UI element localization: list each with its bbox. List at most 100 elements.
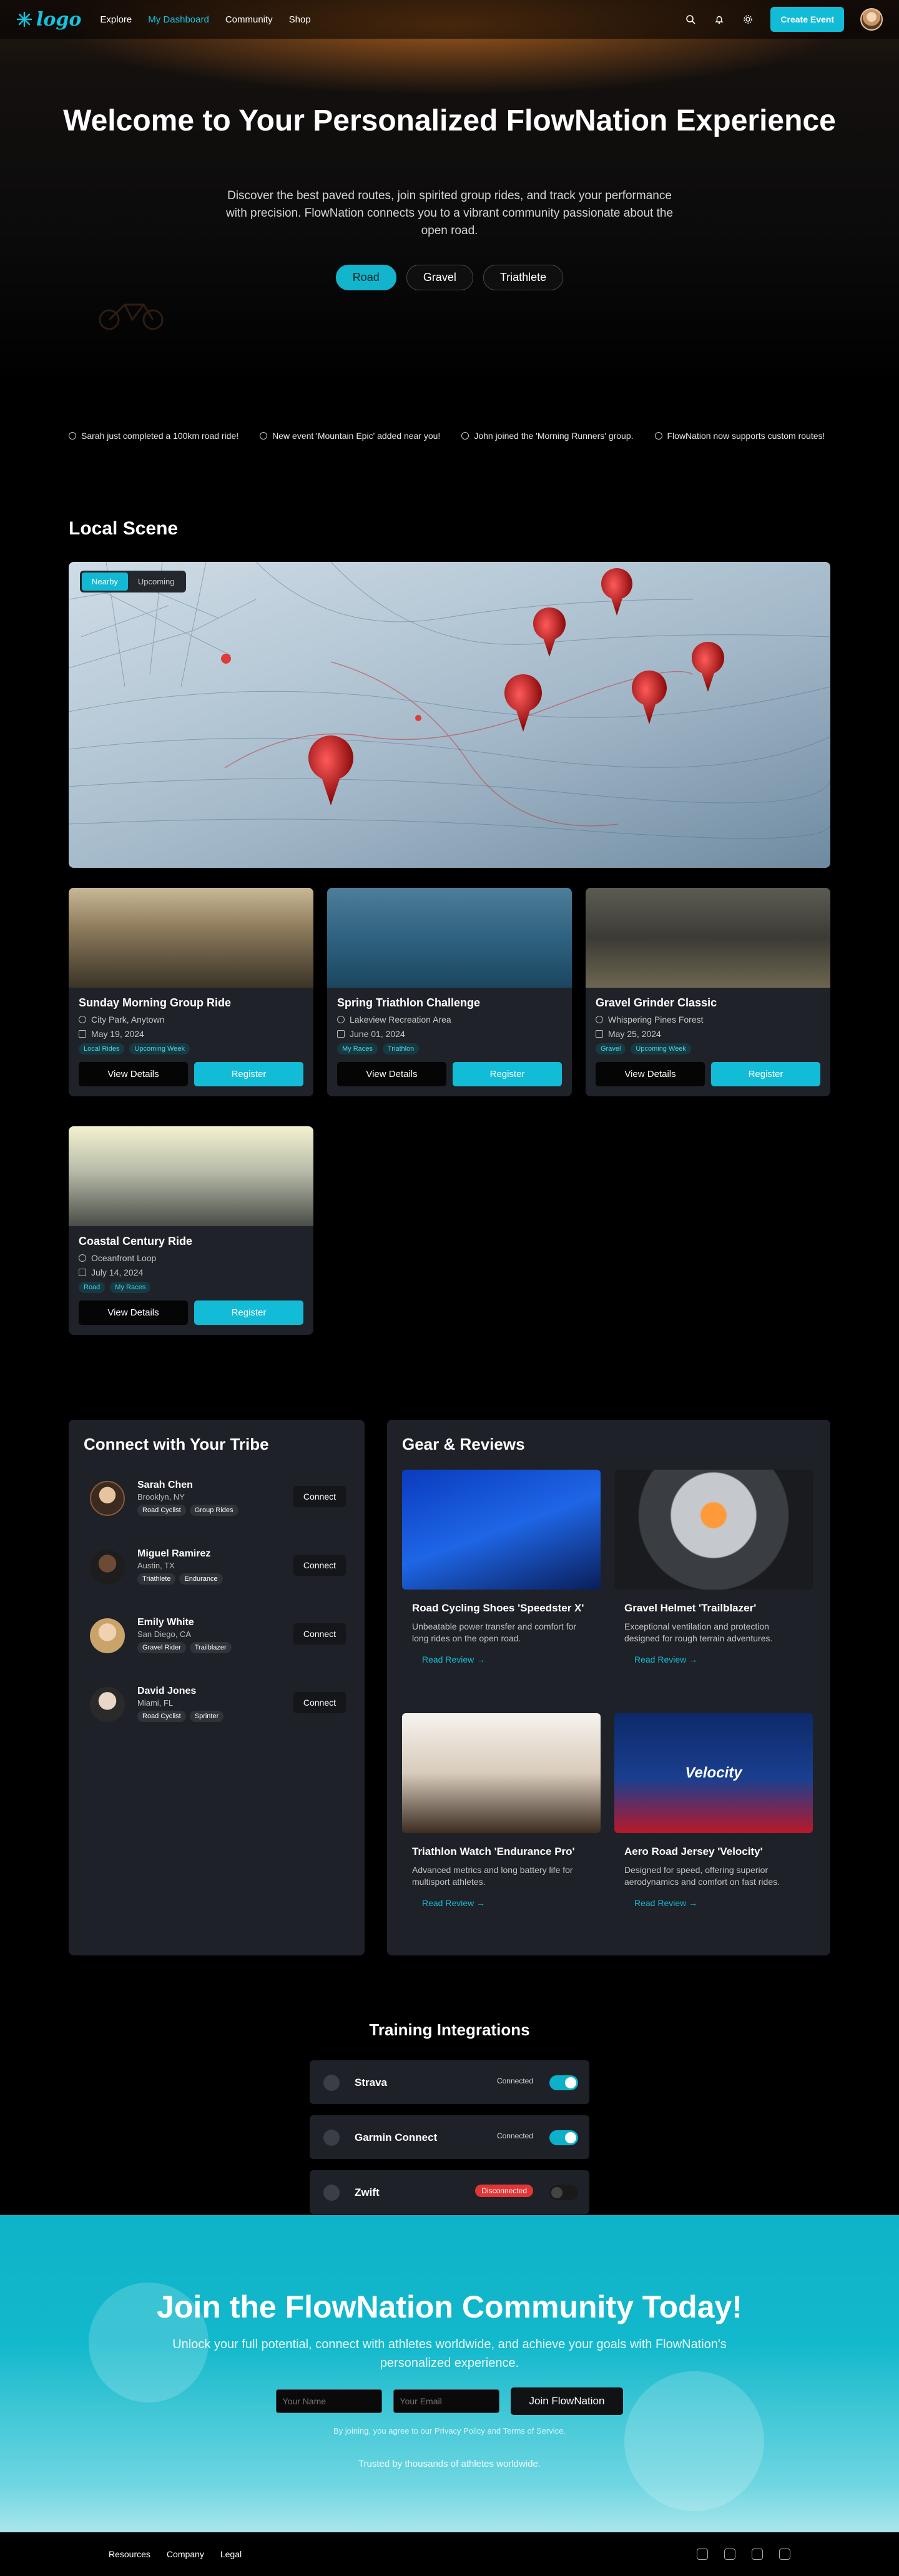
logo-text: logo [36,8,82,31]
twitter-icon[interactable] [724,2549,735,2560]
logo[interactable]: logo [16,9,81,31]
gear-item-desc: Unbeatable power transfer and comfort fo… [412,1621,577,1643]
join-button[interactable]: Join FlowNation [510,2387,624,2415]
integration-name: Garmin Connect [355,2131,438,2143]
nav-community[interactable]: Community [225,14,273,25]
event-image [69,1126,313,1226]
tab-upcoming[interactable]: Upcoming [128,573,185,591]
integration-toggle[interactable] [549,2075,578,2090]
tab-nearby[interactable]: Nearby [82,573,128,591]
person-location: San Diego, CA [137,1630,191,1639]
instagram-icon[interactable] [752,2549,763,2560]
gear-image [402,1470,601,1590]
person-card: Miguel Ramirez Austin, TX Triathlete Endu… [90,1547,346,1591]
pin-icon [337,1016,345,1023]
view-details-button[interactable]: View Details [337,1062,446,1086]
name-input[interactable] [275,2389,382,2413]
integration-toggle[interactable] [549,2185,578,2200]
calendar-icon [337,1030,345,1038]
gear-card: Road Cycling Shoes 'Speedster X' Unbeata… [402,1470,601,1674]
pin-icon [79,1254,86,1262]
ticker-item: Sarah just completed a 100km road ride! [69,431,238,441]
connect-button[interactable]: Connect [293,1623,346,1644]
register-button[interactable]: Register [194,1300,303,1325]
register-button[interactable]: Register [711,1062,820,1086]
footer-link-company[interactable]: Company [167,2549,204,2559]
facebook-icon[interactable] [697,2549,708,2560]
calendar-icon [596,1030,603,1038]
person-tag: Triathlete [137,1573,176,1585]
jersey-print-text: Velocity [685,1764,742,1781]
event-date: May 19, 2024 [79,1029,303,1039]
calendar-icon [79,1030,86,1038]
cta-lead: Unlock your full potential, connect with… [172,2338,727,2370]
terms-text: By joining, you agree to our Privacy Pol… [333,2426,566,2436]
register-button[interactable]: Register [453,1062,562,1086]
cta-title: Join the FlowNation Community Today! [157,2289,742,2324]
person-name: Sarah Chen [137,1480,193,1490]
person-card: Sarah Chen Brooklyn, NY Road Cyclist Grou… [90,1478,346,1522]
event-tag: Gravel [596,1043,626,1054]
person-tag: Road Cyclist [137,1505,186,1516]
pill-road[interactable]: Road [335,265,396,290]
register-button[interactable]: Register [194,1062,303,1086]
person-avatar [90,1618,125,1653]
nav-my-dashboard[interactable]: My Dashboard [148,14,209,25]
person-location: Austin, TX [137,1561,175,1570]
footer-link-resources[interactable]: Resources [109,2549,150,2559]
event-card: Sunday Morning Group Ride City Park, Any… [69,888,313,1096]
activity-ticker: Sarah just completed a 100km road ride! … [69,425,899,447]
read-review-link[interactable]: Read Review → [634,1898,697,1908]
integration-status: Connected [496,2131,533,2140]
pill-triathlete[interactable]: Triathlete [483,265,564,290]
event-tag: My Races [110,1282,151,1293]
read-review-link[interactable]: Read Review → [422,1654,485,1664]
linkedin-icon[interactable] [779,2549,790,2560]
join-cta: Join the FlowNation Community Today! Unl… [0,2215,899,2532]
hero-subtitle: Discover the best paved routes, join spi… [225,189,674,237]
event-image [69,888,313,988]
integration-status: Connected [496,2077,533,2085]
footer: Resources Company Legal [0,2532,899,2576]
read-review-link[interactable]: Read Review → [634,1654,697,1664]
person-tag: Trailblazer [189,1642,232,1653]
gear-image: Velocity [614,1713,813,1833]
view-details-button[interactable]: View Details [79,1062,188,1086]
pill-gravel[interactable]: Gravel [406,265,473,290]
bell-icon[interactable] [713,13,725,26]
nav-shop[interactable]: Shop [289,14,311,25]
event-tag: Upcoming Week [631,1043,691,1054]
integration-status: Disconnected [475,2185,533,2197]
event-date: June 01, 2024 [337,1029,562,1039]
search-icon[interactable] [684,13,697,26]
event-location: Whispering Pines Forest [596,1015,820,1025]
read-review-link[interactable]: Read Review → [422,1898,485,1908]
person-card: Emily White San Diego, CA Gravel Rider Tr… [90,1616,346,1659]
connect-button[interactable]: Connect [293,1692,346,1713]
footer-link-legal[interactable]: Legal [220,2549,242,2559]
create-event-button[interactable]: Create Event [770,7,844,32]
tribe-title: Connect with Your Tribe [84,1435,269,1453]
event-location: City Park, Anytown [79,1015,303,1025]
avatar[interactable] [860,8,883,31]
email-input[interactable] [393,2389,499,2413]
connect-button[interactable]: Connect [293,1486,346,1507]
event-map[interactable]: Nearby Upcoming [69,562,830,868]
gear-item-title: Triathlon Watch 'Endurance Pro' [412,1846,575,1857]
gear-icon[interactable] [742,13,754,26]
zwift-icon [323,2185,340,2201]
integration-toggle[interactable] [549,2130,578,2145]
person-name: Miguel Ramirez [137,1548,211,1559]
view-details-button[interactable]: View Details [79,1300,188,1325]
integration-name: Strava [355,2077,387,2088]
nav-explore[interactable]: Explore [100,14,132,25]
event-image [327,888,572,988]
event-image [586,888,830,988]
gear-title: Gear & Reviews [402,1435,525,1453]
gear-card: Velocity Aero Road Jersey 'Velocity' Des… [614,1713,813,1918]
event-card: Spring Triathlon Challenge Lakeview Recr… [327,888,572,1096]
bicycle-silhouette-icon [99,303,164,330]
gear-item-desc: Advanced metrics and long battery life f… [412,1865,573,1887]
connect-button[interactable]: Connect [293,1555,346,1576]
view-details-button[interactable]: View Details [596,1062,705,1086]
